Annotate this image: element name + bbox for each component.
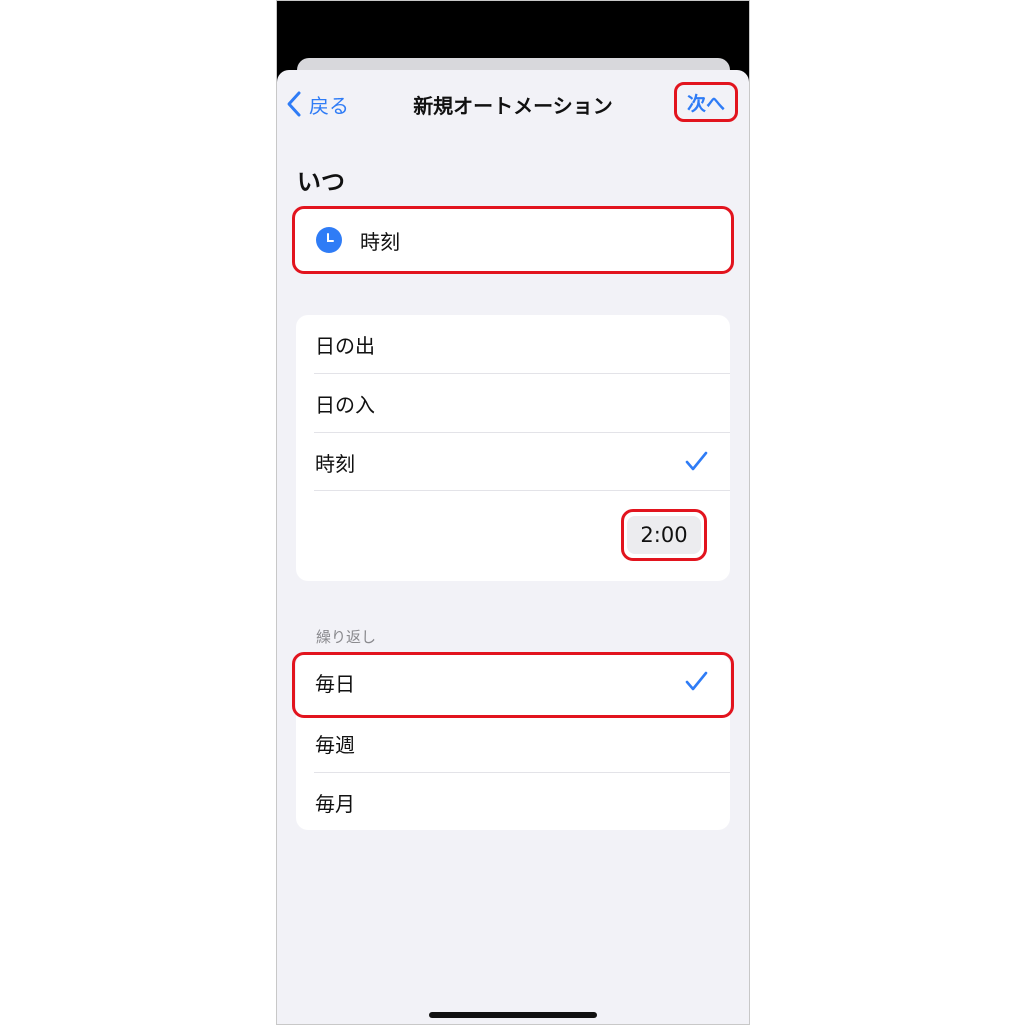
checkmark-icon — [685, 451, 708, 471]
repeat-weekly[interactable]: 毎週 — [296, 714, 730, 772]
time-picker-button[interactable]: 2:00 — [621, 509, 707, 561]
selected-trigger-label: 時刻 — [360, 229, 400, 254]
phone-frame: 戻る 新規オートメーション 次へ いつ 時刻 日の出 日の入 時刻 2:00 繰… — [276, 0, 750, 1025]
automation-sheet: 戻る 新規オートメーション 次へ いつ 時刻 日の出 日の入 時刻 2:00 繰… — [277, 70, 749, 1024]
option-label: 日の出 — [315, 333, 375, 358]
option-time-of-day[interactable]: 時刻 — [296, 433, 730, 491]
repeat-monthly[interactable]: 毎月 — [296, 773, 730, 831]
next-button[interactable]: 次へ — [674, 82, 738, 122]
home-indicator[interactable] — [429, 1012, 597, 1018]
repeat-section-label: 繰り返し — [316, 628, 377, 646]
repeat-daily[interactable]: 毎日 — [296, 653, 730, 711]
option-label: 毎月 — [315, 791, 355, 816]
divider — [314, 490, 730, 491]
clock-icon — [316, 227, 342, 253]
when-section-title: いつ — [297, 168, 345, 196]
option-sunset[interactable]: 日の入 — [296, 374, 730, 432]
checkmark-icon — [685, 671, 708, 691]
time-value: 2:00 — [627, 516, 701, 554]
option-label: 毎日 — [315, 671, 355, 696]
option-label: 日の入 — [315, 392, 375, 417]
option-sunrise[interactable]: 日の出 — [296, 315, 730, 373]
option-label: 毎週 — [315, 732, 355, 757]
selected-trigger-card[interactable]: 時刻 — [292, 206, 734, 274]
trigger-options-list: 日の出 日の入 時刻 2:00 — [296, 315, 730, 581]
option-label: 時刻 — [315, 451, 355, 476]
repeat-options-list: 毎日 毎週 毎月 — [296, 653, 730, 830]
